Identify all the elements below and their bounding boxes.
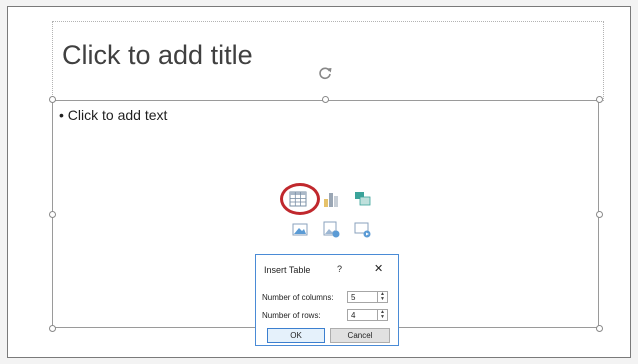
insert-picture-icon[interactable] <box>290 219 310 239</box>
cancel-button[interactable]: Cancel <box>330 328 390 343</box>
insert-video-icon[interactable] <box>352 219 372 239</box>
table-icon-highlight <box>280 183 320 215</box>
resize-handle-top-center[interactable] <box>322 96 329 103</box>
resize-handle-top-left[interactable] <box>49 96 56 103</box>
columns-label: Number of columns: <box>262 293 334 302</box>
columns-stepper-arrows[interactable]: ▲ ▼ <box>377 292 387 302</box>
resize-handle-middle-left[interactable] <box>49 211 56 218</box>
ok-button[interactable]: OK <box>267 328 325 343</box>
slide-canvas: Click to add title • Click to add text I… <box>7 6 631 358</box>
columns-spinner[interactable]: 5 ▲ ▼ <box>347 291 388 303</box>
resize-handle-bottom-right[interactable] <box>596 325 603 332</box>
body-placeholder-text: • Click to add text <box>59 107 168 123</box>
resize-handle-top-right[interactable] <box>596 96 603 103</box>
resize-handle-middle-right[interactable] <box>596 211 603 218</box>
insert-table-dialog: Insert Table ? ✕ Number of columns: 5 ▲ ▼… <box>255 254 399 346</box>
insert-smartart-icon[interactable] <box>353 189 373 209</box>
title-placeholder-text: Click to add title <box>62 40 253 70</box>
close-icon[interactable]: ✕ <box>374 262 383 275</box>
insert-chart-icon[interactable] <box>321 189 341 209</box>
insert-online-picture-icon[interactable] <box>321 219 341 239</box>
rows-stepper-arrows[interactable]: ▲ ▼ <box>377 310 387 320</box>
rows-value[interactable]: 4 <box>351 311 355 320</box>
dialog-title: Insert Table <box>264 265 311 275</box>
title-placeholder[interactable]: Click to add title <box>52 21 604 101</box>
columns-value[interactable]: 5 <box>351 293 355 302</box>
rotate-handle-icon[interactable] <box>317 65 333 81</box>
rows-spinner[interactable]: 4 ▲ ▼ <box>347 309 388 321</box>
resize-handle-bottom-left[interactable] <box>49 325 56 332</box>
rows-label: Number of rows: <box>262 311 321 320</box>
help-icon[interactable]: ? <box>337 264 342 274</box>
